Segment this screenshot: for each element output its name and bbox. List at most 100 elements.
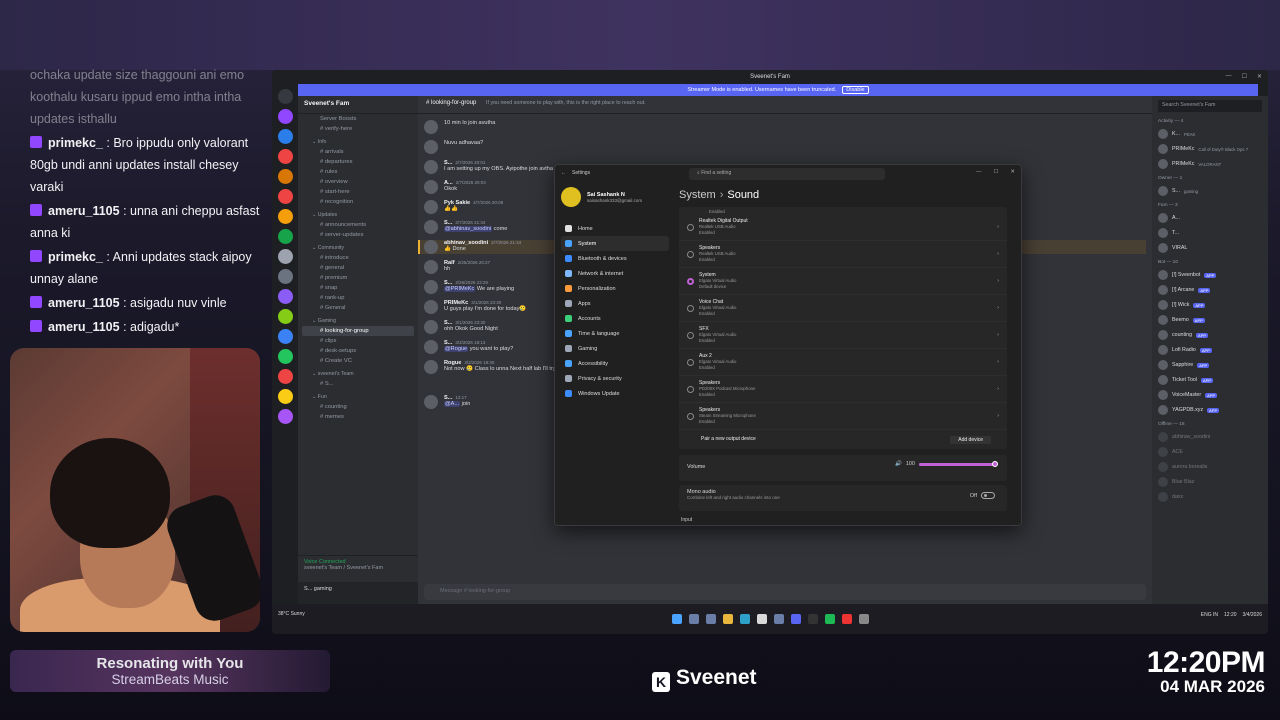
server-icon[interactable] — [277, 269, 293, 284]
channel-item[interactable]: # premium — [298, 273, 418, 283]
channel-item[interactable]: # verify-here — [298, 124, 418, 134]
server-icon[interactable] — [277, 109, 293, 124]
task-view-icon[interactable] — [705, 614, 716, 624]
user-status[interactable]: S... gaming — [304, 586, 332, 592]
radio-button[interactable] — [687, 304, 694, 312]
chevron-right-icon[interactable]: › — [997, 413, 999, 419]
server-icon[interactable] — [277, 349, 293, 364]
server-icon[interactable] — [277, 309, 293, 324]
radio-button[interactable] — [687, 412, 694, 420]
output-device[interactable]: SFX Elgato Virtual Audio Enabled › — [679, 322, 1007, 349]
chrome-icon[interactable] — [756, 614, 767, 624]
member-item[interactable]: VoiceMaster APP — [1158, 390, 1262, 400]
channel-item[interactable]: # arrivals — [298, 147, 418, 157]
chevron-right-icon[interactable]: › — [997, 386, 999, 392]
member-item[interactable]: A... — [1158, 213, 1262, 223]
settings-nav-apps[interactable]: Apps — [561, 296, 669, 311]
file-explorer-icon[interactable] — [722, 614, 733, 624]
server-icon[interactable] — [277, 369, 293, 384]
channel-item[interactable]: # server-updates — [298, 230, 418, 240]
output-device[interactable]: Voice Chat Elgato Virtual Audio Enabled › — [679, 295, 1007, 322]
radio-button[interactable] — [687, 385, 694, 393]
member-item[interactable]: PRIMeKc Call of Duty® Black Ops 7 — [1158, 144, 1262, 154]
mention[interactable]: @A... — [444, 401, 461, 407]
search-input[interactable]: Search Sveenet's Fam — [1158, 100, 1262, 112]
member-item[interactable]: Lofi Radio APP — [1158, 345, 1262, 355]
server-icon[interactable] — [277, 249, 293, 264]
channel-category[interactable]: ⌄ Info — [298, 134, 418, 147]
radio-button[interactable] — [687, 223, 694, 231]
chat-username[interactable]: primekc_ — [48, 136, 103, 150]
channel-item[interactable]: # departures — [298, 157, 418, 167]
member-item[interactable]: counting APP — [1158, 330, 1262, 340]
channel-item[interactable]: # Create VC — [298, 356, 418, 366]
taskbar-date[interactable]: 3/4/2026 — [1243, 612, 1262, 618]
settings-nav-bluetooth-devices[interactable]: Bluetooth & devices — [561, 251, 669, 266]
settings-nav-network-internet[interactable]: Network & internet — [561, 266, 669, 281]
member-item[interactable]: S... gaming — [1158, 186, 1262, 196]
radio-button[interactable] — [687, 358, 694, 366]
settings-nav-personalization[interactable]: Personalization — [561, 281, 669, 296]
minimize-icon[interactable]: — — [976, 169, 982, 175]
member-item[interactable]: [!] Wick APP — [1158, 300, 1262, 310]
avatar[interactable] — [424, 320, 438, 334]
settings-nav-accounts[interactable]: Accounts — [561, 311, 669, 326]
channel-item[interactable]: # start-here — [298, 187, 418, 197]
channel-item[interactable]: # recognition — [298, 197, 418, 207]
server-icon[interactable] — [277, 289, 293, 304]
start-icon[interactable] — [671, 614, 682, 624]
server-icon[interactable] — [277, 149, 293, 164]
settings-nav-accessibility[interactable]: Accessibility — [561, 356, 669, 371]
language-indicator[interactable]: ENG IN — [1201, 612, 1218, 618]
channel-category[interactable]: ⌄ Updates — [298, 207, 418, 220]
maximize-icon[interactable]: ☐ — [1242, 73, 1247, 80]
obs-icon[interactable] — [807, 614, 818, 624]
output-device[interactable]: Speakers PD200X Podcast Microphone Enabled… — [679, 376, 1007, 403]
chat-username[interactable]: primekc_ — [48, 250, 103, 264]
member-item[interactable]: abhinav_soodini — [1158, 432, 1262, 442]
mention[interactable]: @PRIMeKc — [444, 286, 476, 292]
radio-button[interactable] — [687, 250, 694, 258]
channel-item[interactable]: # announcements — [298, 220, 418, 230]
member-item[interactable]: [!] Sveenbot APP — [1158, 270, 1262, 280]
channel-item[interactable]: # S... — [298, 379, 418, 389]
member-item[interactable]: daxx — [1158, 492, 1262, 502]
store-icon[interactable] — [773, 614, 784, 624]
back-arrow-icon[interactable]: ← — [561, 170, 566, 176]
chat-username[interactable]: ameru_1105 — [48, 204, 120, 218]
server-boosts[interactable]: Server Boosts — [298, 114, 418, 124]
avatar[interactable] — [424, 395, 438, 409]
chevron-right-icon[interactable]: › — [997, 359, 999, 365]
output-device[interactable]: Realtek Digital Output Realtek USB Audio E… — [679, 214, 1007, 241]
output-device[interactable]: System Elgato Virtual Audio Default device… — [679, 268, 1007, 295]
avatar[interactable] — [424, 140, 438, 154]
discord-icon[interactable] — [790, 614, 801, 624]
radio-button[interactable] — [687, 331, 694, 339]
chat-username[interactable]: ameru_1105 — [48, 320, 120, 334]
add-device-button[interactable]: Add device — [950, 436, 991, 444]
avatar[interactable] — [424, 120, 438, 134]
channel-item[interactable]: # rules — [298, 167, 418, 177]
settings-nav-privacy-security[interactable]: Privacy & security — [561, 371, 669, 386]
channel-item[interactable]: # clips — [298, 336, 418, 346]
member-item[interactable]: Sapphire APP — [1158, 360, 1262, 370]
find-setting-input[interactable]: ⌕ Find a setting — [689, 168, 885, 180]
output-device[interactable]: Aux 2 Elgato Virtual Audio Enabled › — [679, 349, 1007, 376]
chevron-right-icon[interactable]: › — [997, 332, 999, 338]
channel-item[interactable]: # snap — [298, 283, 418, 293]
settings-nav-system[interactable]: System — [561, 236, 669, 251]
search-icon[interactable] — [688, 614, 699, 624]
member-item[interactable]: ACE — [1158, 447, 1262, 457]
channel-item[interactable]: # introduce — [298, 253, 418, 263]
maximize-icon[interactable]: ☐ — [993, 169, 998, 175]
taskbar-time[interactable]: 12:20 — [1224, 612, 1237, 618]
channel-item[interactable]: # General — [298, 303, 418, 313]
spotify-icon[interactable] — [824, 614, 835, 624]
avatar[interactable] — [424, 240, 438, 254]
chevron-right-icon[interactable]: › — [997, 305, 999, 311]
voice-channel[interactable]: sveenet's Team / Sveenet's Fam — [304, 565, 412, 571]
avatar[interactable] — [424, 180, 438, 194]
close-icon[interactable]: ✕ — [1257, 73, 1262, 80]
speaker-icon[interactable]: 🔊 — [895, 461, 902, 467]
output-device[interactable]: Speakers Steam Streaming Microphone Enable… — [679, 403, 1007, 430]
